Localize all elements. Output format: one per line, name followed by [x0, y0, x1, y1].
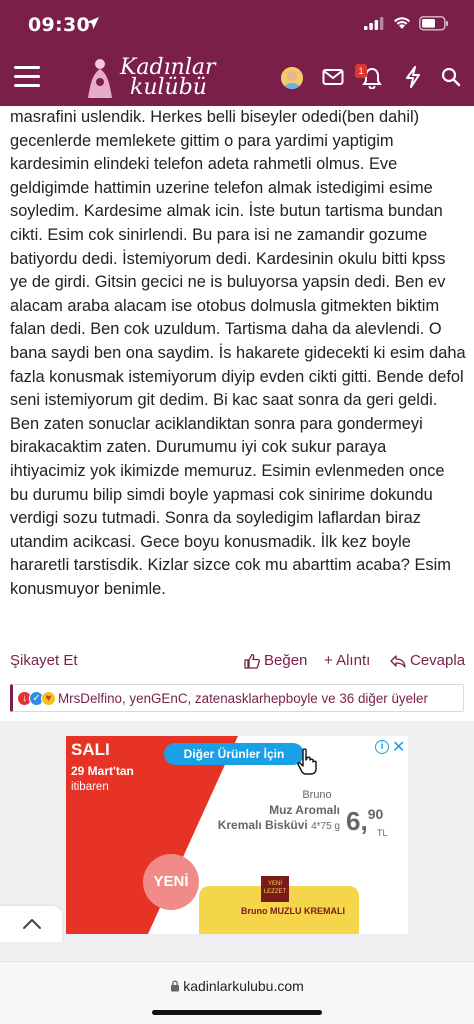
- ad-product-line-2: Kremalı Bisküvi: [217, 818, 308, 832]
- location-arrow-icon: [87, 17, 99, 29]
- ad-close-icon[interactable]: ✕: [392, 737, 405, 757]
- ad-pack-brand: Bruno MUZLU KREMALI: [241, 906, 345, 916]
- reply-button[interactable]: Cevapla: [390, 652, 465, 669]
- post-text: masrafini uslendik. Herkes belli biseyle…: [10, 108, 466, 598]
- hand-cursor-icon: [297, 748, 317, 775]
- status-bar: 09:30: [0, 0, 474, 50]
- ad-product-size: 4*75 g: [311, 821, 340, 832]
- reaction-icons: ↓ ✓ ♥: [17, 690, 56, 706]
- search-icon[interactable]: [441, 67, 461, 87]
- wifi-icon: [394, 17, 410, 29]
- ad-date: 29 Mart'tan: [71, 764, 134, 778]
- ad-new-badge: YENİ: [143, 854, 199, 910]
- reply-label: Cevapla: [410, 652, 466, 669]
- url-text: kadinlarkulubu.com: [183, 978, 304, 994]
- logo-line-2: kulübü: [130, 75, 207, 100]
- love-reaction-icon: ♥: [41, 690, 56, 706]
- post-body: masrafini uslendik. Herkes belli biseyle…: [10, 106, 466, 601]
- ad-currency: TL: [377, 828, 388, 838]
- site-header: Kadınlar kulübü 1: [0, 50, 474, 106]
- cellular-signal-icon: [364, 17, 384, 30]
- quote-button[interactable]: + Alıntı: [324, 652, 370, 669]
- reactions-text: MrsDelfino, yenGEnC, zatenasklarhepboyle…: [58, 690, 428, 706]
- post-actions: Şikayet Et Beğen + Alıntı Cevapla: [10, 648, 466, 672]
- avatar[interactable]: [281, 67, 303, 89]
- notification-badge: 1: [355, 64, 367, 78]
- top-bar: 09:30 Kadınlar kulübü 1: [0, 0, 474, 106]
- lock-icon: [171, 980, 180, 992]
- ad-product-line-1: Muz Aromalı: [269, 803, 340, 817]
- home-indicator[interactable]: [152, 1010, 322, 1015]
- mail-icon[interactable]: [322, 68, 344, 86]
- ad-more-products-button[interactable]: Diğer Ürünler İçin: [164, 743, 304, 765]
- thumbs-up-icon: [244, 653, 260, 669]
- complain-link[interactable]: Şikayet Et: [10, 652, 78, 669]
- like-label: Beğen: [264, 652, 308, 669]
- ad-brand: Bruno: [302, 789, 332, 801]
- ad-price-cents: 90: [367, 806, 384, 822]
- ad-date-suffix: itibaren: [71, 781, 109, 793]
- reply-icon: [390, 654, 406, 668]
- advertisement[interactable]: SALI 29 Mart'tan itibaren Diğer Ürünler …: [66, 736, 408, 934]
- status-time: 09:30: [28, 14, 90, 36]
- ad-day: SALI: [71, 740, 110, 759]
- ad-price-main: 6,: [346, 806, 368, 836]
- logo-figure-icon: [88, 59, 112, 98]
- chevron-up-icon: [23, 919, 41, 929]
- scroll-top-button[interactable]: [0, 906, 62, 942]
- quote-label: + Alıntı: [324, 652, 371, 669]
- ad-pack-tag: YENİ LEZZET: [261, 876, 289, 902]
- like-button[interactable]: Beğen: [244, 652, 307, 669]
- ad-info-icon[interactable]: i: [375, 740, 389, 754]
- browser-address-bar[interactable]: kadinlarkulubu.com: [0, 961, 474, 1024]
- battery-icon: [419, 16, 448, 31]
- menu-icon[interactable]: [14, 66, 40, 88]
- ad-product-package: YENİ LEZZET Bruno MUZLU KREMALI: [199, 876, 359, 934]
- reactions-bar[interactable]: ↓ ✓ ♥ MrsDelfino, yenGEnC, zatenasklarhe…: [10, 684, 464, 712]
- lightning-icon[interactable]: [404, 66, 422, 88]
